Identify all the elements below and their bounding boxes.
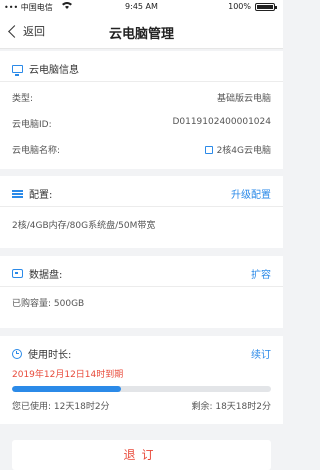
- disk-capacity: 已购容量: 500GB: [12, 299, 85, 309]
- usage-card-title: 使用时长:: [28, 350, 72, 361]
- divider: [0, 286, 283, 287]
- remaining-label: 剩余:: [191, 402, 213, 412]
- battery-icon: [255, 3, 277, 11]
- page-title: 云电脑管理: [108, 27, 174, 42]
- divider: [0, 206, 283, 207]
- used-label: 您已使用:: [12, 402, 52, 412]
- info-card-title: 云电脑信息: [29, 65, 79, 76]
- pc-name-value: 2核4G云电脑: [216, 146, 271, 156]
- config-detail: 2核/4GB内存/80G系统盘/50M带宽: [12, 221, 156, 231]
- pc-id-value: D0119102400001024: [172, 117, 271, 127]
- type-value: 基础版云电脑: [216, 94, 271, 104]
- battery-percent: 100%: [228, 2, 251, 11]
- disk-card-title: 数据盘:: [29, 270, 63, 281]
- usage-card-header: 使用时长:: [12, 346, 71, 361]
- config-card-title: 配置:: [29, 190, 53, 201]
- pc-name-label: 云电脑名称:: [12, 146, 61, 156]
- renew-button[interactable]: 续订: [251, 346, 271, 361]
- data-disk-card: 数据盘: 扩容 已购容量: 500GB: [0, 256, 283, 328]
- navigation-bar: 返回 云电脑管理: [0, 14, 283, 49]
- config-card: 配置: 升级配置 2核/4GB内存/80G系统盘/50M带宽: [0, 176, 283, 248]
- info-card-header: 云电脑信息: [12, 61, 79, 76]
- used-time: 您已使用: 12天18时2分: [12, 399, 110, 412]
- expiry-date: 2019年12月12日14时到期: [12, 370, 124, 380]
- status-bar: ••• 中国电信 9:45 AM 100%: [0, 0, 283, 14]
- used-value: 12天18时2分: [53, 402, 110, 412]
- disk-icon: [12, 269, 23, 278]
- divider: [0, 81, 283, 82]
- sliders-icon: [12, 189, 23, 198]
- usage-progress-bar: [12, 386, 271, 392]
- config-card-header: 配置:: [12, 186, 52, 201]
- remaining-time: 剩余: 18天18时2分: [191, 399, 271, 412]
- remaining-value: 18天18时2分: [215, 402, 271, 412]
- edit-icon: [204, 146, 213, 154]
- unsubscribe-button[interactable]: 退订: [12, 440, 271, 470]
- pc-name-edit[interactable]: 2核4G云电脑: [204, 143, 271, 156]
- type-label: 类型:: [12, 94, 34, 104]
- upgrade-config-button[interactable]: 升级配置: [231, 186, 271, 201]
- expand-disk-button[interactable]: 扩容: [251, 266, 271, 281]
- clock-icon: [12, 348, 22, 359]
- cloud-pc-info-card: 云电脑信息 类型: 基础版云电脑 云电脑ID: D011910240000102…: [0, 51, 283, 169]
- usage-card: 使用时长: 续订 2019年12月12日14时到期 您已使用: 12天18时2分…: [0, 336, 283, 424]
- pc-id-label: 云电脑ID:: [12, 120, 52, 130]
- usage-progress-fill: [12, 386, 121, 392]
- monitor-icon: [12, 64, 23, 76]
- disk-card-header: 数据盘:: [12, 266, 62, 281]
- battery-fill: [257, 5, 273, 9]
